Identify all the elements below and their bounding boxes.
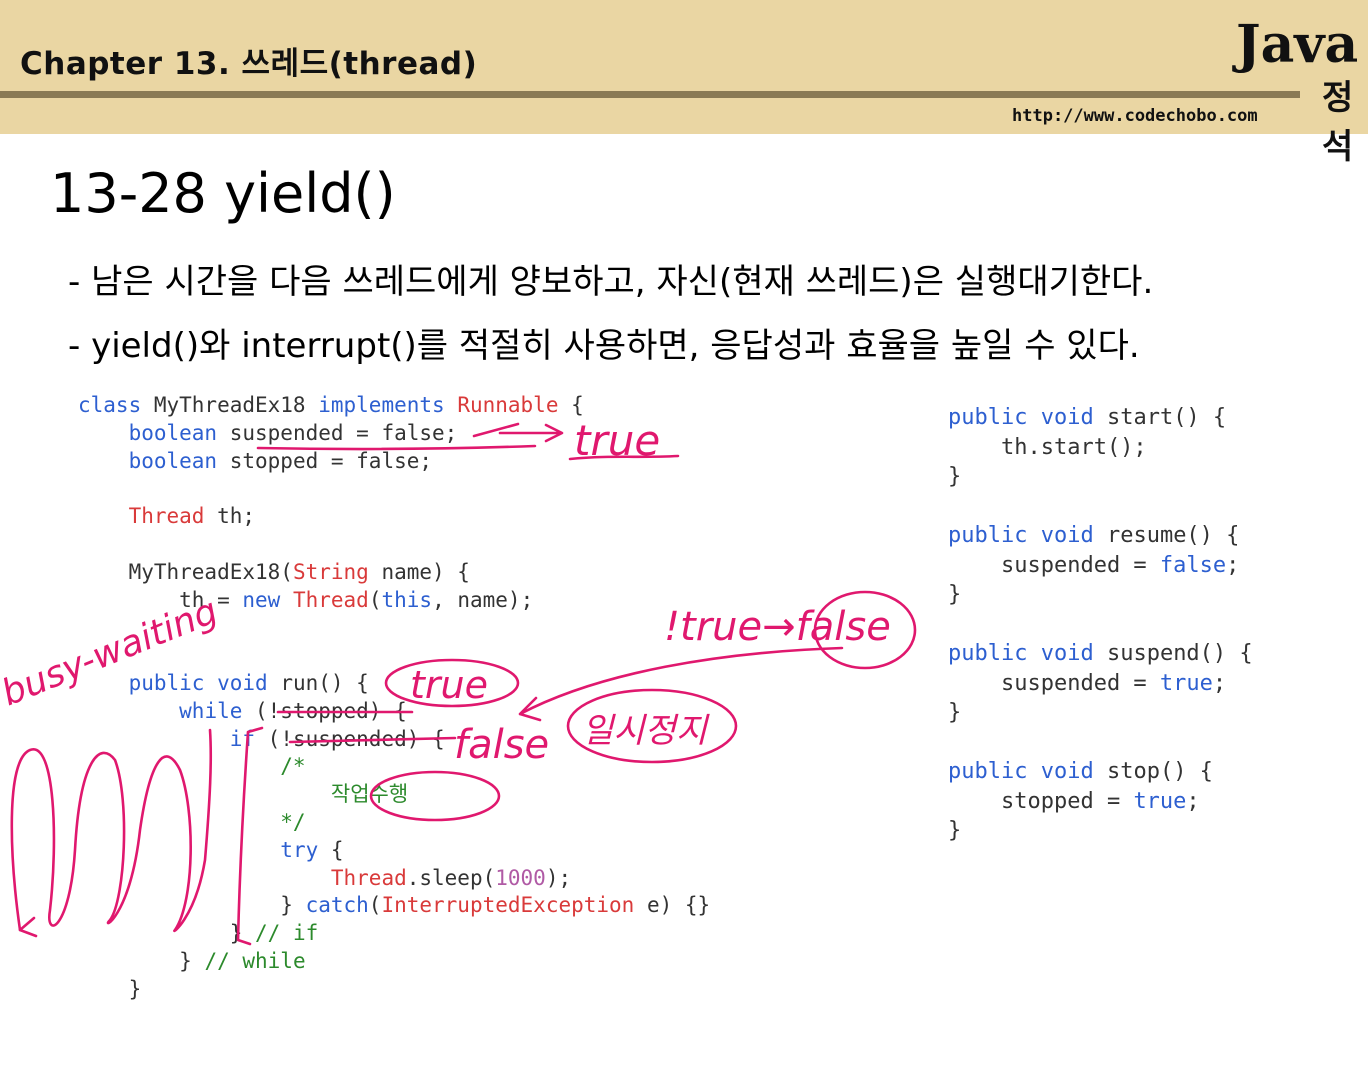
annotation-not-true-false: !true→false — [664, 604, 891, 650]
annotation-busy-waiting: busy-waiting — [0, 591, 223, 715]
circle-task — [369, 770, 501, 822]
annotation-pause: 일시정지 — [582, 711, 710, 751]
strike-suspended — [288, 736, 457, 744]
if-bracket — [236, 726, 264, 946]
underline-suspended — [256, 444, 537, 451]
annotation-true-top: true — [574, 416, 660, 465]
busy-loop-scribble — [10, 728, 213, 933]
annotation-false-if: false — [454, 722, 549, 768]
annotation-true-run: true — [410, 663, 488, 707]
handwritten-annotations: true busy-waiting !true→false true false… — [0, 416, 917, 946]
arrow-false — [518, 646, 844, 722]
busy-loop-arrowhead — [18, 916, 38, 938]
